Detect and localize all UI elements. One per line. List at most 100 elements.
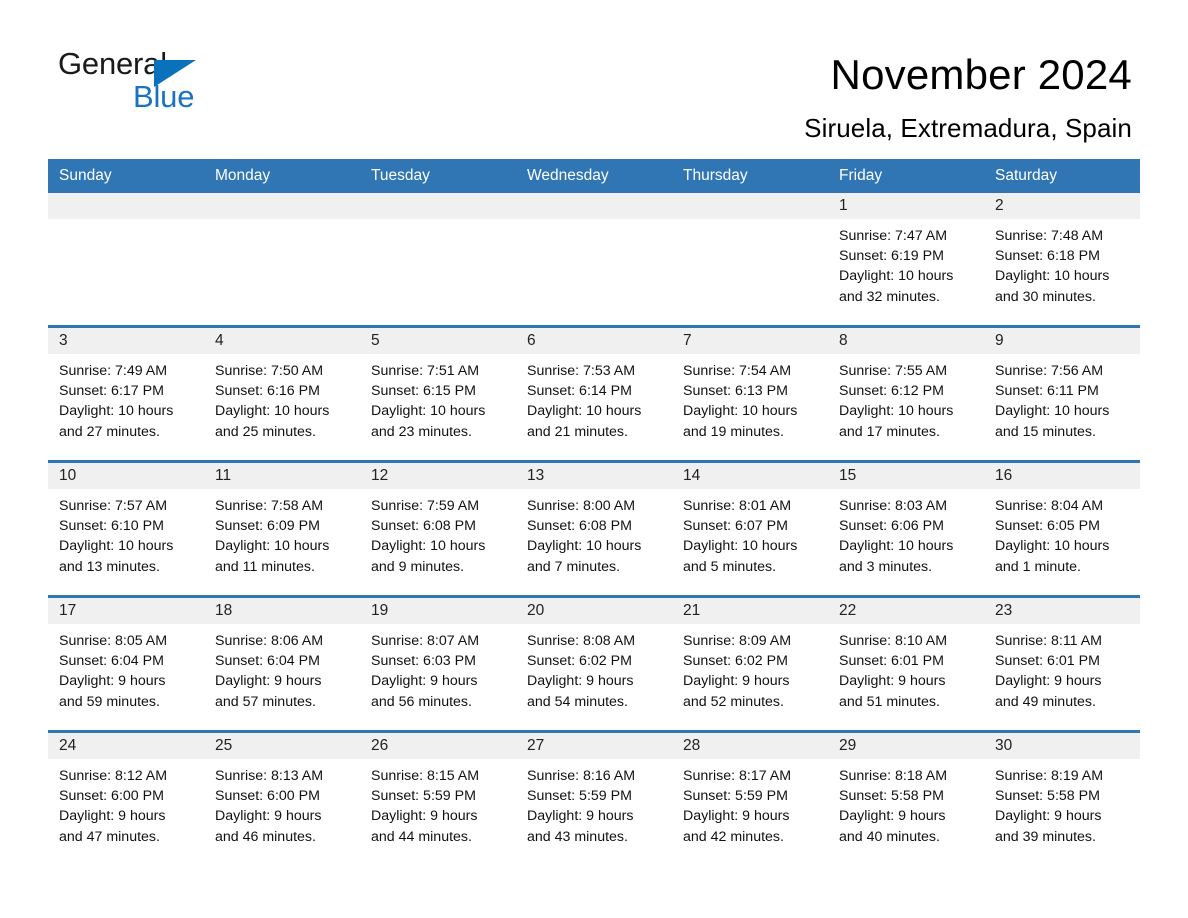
daylight-text: Daylight: 9 hours <box>59 808 166 825</box>
day-number: 27 <box>527 737 545 754</box>
day-cell-12[interactable]: 12 Sunrise: 7:59 AM Sunset: 6:08 PM Dayligh… <box>360 463 516 595</box>
sunset-text: Sunset: 6:15 PM <box>371 383 476 400</box>
day-number-strip <box>672 193 828 219</box>
day-number: 4 <box>215 332 224 349</box>
day-cell-27[interactable]: 27 Sunrise: 8:16 AM Sunset: 5:59 PM Dayligh… <box>516 733 672 865</box>
day-number-strip: 15 <box>828 463 984 489</box>
day-cell-28[interactable]: 28 Sunrise: 8:17 AM Sunset: 5:59 PM Dayligh… <box>672 733 828 865</box>
daylight-text: Daylight: 10 hours <box>527 538 642 555</box>
day-cell-7[interactable]: 7 Sunrise: 7:54 AM Sunset: 6:13 PM Daylight… <box>672 328 828 460</box>
day-cell-26[interactable]: 26 Sunrise: 8:15 AM Sunset: 5:59 PM Dayligh… <box>360 733 516 865</box>
sunrise-text: Sunrise: 8:01 AM <box>683 498 792 514</box>
daylight-text: Daylight: 10 hours <box>995 538 1110 555</box>
day-number: 30 <box>995 737 1013 754</box>
sunset-text: Sunset: 6:04 PM <box>59 653 164 670</box>
sunrise-text: Sunrise: 7:47 AM <box>839 228 948 244</box>
day-cell-9[interactable]: 9 Sunrise: 7:56 AM Sunset: 6:11 PM Daylight… <box>984 328 1140 460</box>
day-cell-21[interactable]: 21 Sunrise: 8:09 AM Sunset: 6:02 PM Dayligh… <box>672 598 828 730</box>
daylight-text: and 43 minutes. <box>527 828 628 845</box>
sunset-text: Sunset: 5:59 PM <box>371 788 476 805</box>
sunrise-text: Sunrise: 8:11 AM <box>995 633 1102 649</box>
day-details: Sunrise: 7:58 AM Sunset: 6:09 PM Daylight:… <box>204 489 360 577</box>
day-number-strip: 25 <box>204 733 360 759</box>
daylight-text: and 25 minutes. <box>215 423 316 440</box>
day-number-strip: 24 <box>48 733 204 759</box>
day-cell-8[interactable]: 8 Sunrise: 7:55 AM Sunset: 6:12 PM Daylight… <box>828 328 984 460</box>
day-number-strip: 4 <box>204 328 360 354</box>
weekday-header-saturday: Saturday <box>995 167 1058 184</box>
weekday-header-friday: Friday <box>839 167 883 184</box>
daylight-text: Daylight: 10 hours <box>527 403 642 420</box>
day-cell-14[interactable]: 14 Sunrise: 8:01 AM Sunset: 6:07 PM Dayligh… <box>672 463 828 595</box>
daylight-text: and 52 minutes. <box>683 693 784 710</box>
day-cell-16[interactable]: 16 Sunrise: 8:04 AM Sunset: 6:05 PM Dayligh… <box>984 463 1140 595</box>
sunset-text: Sunset: 6:07 PM <box>683 518 788 535</box>
sunset-text: Sunset: 6:03 PM <box>371 653 476 670</box>
day-cell-17[interactable]: 17 Sunrise: 8:05 AM Sunset: 6:04 PM Dayligh… <box>48 598 204 730</box>
sunset-text: Sunset: 6:19 PM <box>839 248 944 265</box>
day-number: 12 <box>371 467 389 484</box>
day-cell-empty <box>672 193 828 325</box>
general-blue-logo[interactable]: General Blue <box>58 48 208 120</box>
daylight-text: Daylight: 10 hours <box>995 268 1110 285</box>
sunrise-text: Sunrise: 8:17 AM <box>683 768 792 784</box>
day-details: Sunrise: 8:04 AM Sunset: 6:05 PM Daylight:… <box>984 489 1140 577</box>
day-cell-15[interactable]: 15 Sunrise: 8:03 AM Sunset: 6:06 PM Dayligh… <box>828 463 984 595</box>
day-number: 28 <box>683 737 701 754</box>
daylight-text: and 21 minutes. <box>527 423 628 440</box>
day-number: 6 <box>527 332 536 349</box>
weekday-header-monday: Monday <box>215 167 271 184</box>
day-number-strip: 16 <box>984 463 1140 489</box>
day-cell-10[interactable]: 10 Sunrise: 7:57 AM Sunset: 6:10 PM Dayligh… <box>48 463 204 595</box>
day-details: Sunrise: 8:11 AM Sunset: 6:01 PM Daylight:… <box>984 624 1140 712</box>
calendar-page: General Blue November 2024 Siruela, Extr… <box>0 0 1188 918</box>
sunset-text: Sunset: 5:58 PM <box>995 788 1100 805</box>
day-cell-6[interactable]: 6 Sunrise: 7:53 AM Sunset: 6:14 PM Daylight… <box>516 328 672 460</box>
day-number-strip: 29 <box>828 733 984 759</box>
day-cell-13[interactable]: 13 Sunrise: 8:00 AM Sunset: 6:08 PM Dayligh… <box>516 463 672 595</box>
day-cell-20[interactable]: 20 Sunrise: 8:08 AM Sunset: 6:02 PM Dayligh… <box>516 598 672 730</box>
day-cell-2[interactable]: 2 Sunrise: 7:48 AM Sunset: 6:18 PM Daylight… <box>984 193 1140 325</box>
page-subtitle: Siruela, Extremadura, Spain <box>804 113 1132 143</box>
day-number: 7 <box>683 332 692 349</box>
sunrise-text: Sunrise: 7:51 AM <box>371 363 480 379</box>
day-cell-3[interactable]: 3 Sunrise: 7:49 AM Sunset: 6:17 PM Daylight… <box>48 328 204 460</box>
day-cell-29[interactable]: 29 Sunrise: 8:18 AM Sunset: 5:58 PM Dayligh… <box>828 733 984 865</box>
day-number: 17 <box>59 602 77 619</box>
sunrise-text: Sunrise: 8:04 AM <box>995 498 1104 514</box>
sunset-text: Sunset: 6:11 PM <box>995 383 1099 400</box>
sunrise-text: Sunrise: 7:50 AM <box>215 363 324 379</box>
day-number-strip: 20 <box>516 598 672 624</box>
daylight-text: and 5 minutes. <box>683 558 777 575</box>
day-cell-24[interactable]: 24 Sunrise: 8:12 AM Sunset: 6:00 PM Dayligh… <box>48 733 204 865</box>
day-cell-30[interactable]: 30 Sunrise: 8:19 AM Sunset: 5:58 PM Dayligh… <box>984 733 1140 865</box>
day-cell-5[interactable]: 5 Sunrise: 7:51 AM Sunset: 6:15 PM Daylight… <box>360 328 516 460</box>
weekday-header-wednesday: Wednesday <box>527 167 609 184</box>
sunset-text: Sunset: 6:00 PM <box>59 788 164 805</box>
daylight-text: Daylight: 9 hours <box>371 673 478 690</box>
day-cell-4[interactable]: 4 Sunrise: 7:50 AM Sunset: 6:16 PM Daylight… <box>204 328 360 460</box>
daylight-text: Daylight: 10 hours <box>371 403 486 420</box>
day-cell-25[interactable]: 25 Sunrise: 8:13 AM Sunset: 6:00 PM Dayligh… <box>204 733 360 865</box>
daylight-text: Daylight: 10 hours <box>839 538 954 555</box>
sunrise-text: Sunrise: 8:06 AM <box>215 633 324 649</box>
day-cell-18[interactable]: 18 Sunrise: 8:06 AM Sunset: 6:04 PM Dayligh… <box>204 598 360 730</box>
day-number: 2 <box>995 197 1004 214</box>
day-number-strip: 6 <box>516 328 672 354</box>
daylight-text: and 46 minutes. <box>215 828 316 845</box>
day-cell-23[interactable]: 23 Sunrise: 8:11 AM Sunset: 6:01 PM Dayligh… <box>984 598 1140 730</box>
daylight-text: and 32 minutes. <box>839 288 940 305</box>
day-number-strip: 30 <box>984 733 1140 759</box>
day-cell-1[interactable]: 1 Sunrise: 7:47 AM Sunset: 6:19 PM Daylight… <box>828 193 984 325</box>
day-number: 9 <box>995 332 1004 349</box>
day-cell-22[interactable]: 22 Sunrise: 8:10 AM Sunset: 6:01 PM Dayligh… <box>828 598 984 730</box>
day-details: Sunrise: 8:03 AM Sunset: 6:06 PM Daylight:… <box>828 489 984 577</box>
daylight-text: Daylight: 9 hours <box>839 808 946 825</box>
day-cell-11[interactable]: 11 Sunrise: 7:58 AM Sunset: 6:09 PM Dayligh… <box>204 463 360 595</box>
daylight-text: and 39 minutes. <box>995 828 1096 845</box>
daylight-text: Daylight: 10 hours <box>995 403 1110 420</box>
daylight-text: Daylight: 9 hours <box>215 808 322 825</box>
daylight-text: and 19 minutes. <box>683 423 784 440</box>
day-cell-19[interactable]: 19 Sunrise: 8:07 AM Sunset: 6:03 PM Dayligh… <box>360 598 516 730</box>
day-number: 8 <box>839 332 848 349</box>
